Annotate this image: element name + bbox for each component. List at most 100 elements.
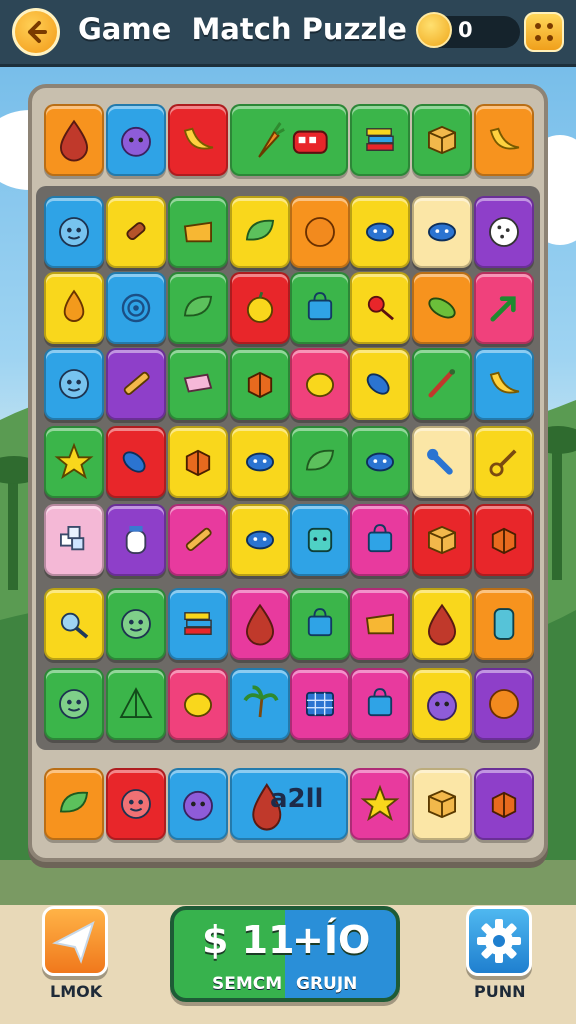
tile-r3-c6[interactable]: [412, 426, 472, 498]
gear-icon: [477, 919, 521, 963]
bat-icon: [427, 448, 453, 475]
tile-r0-c3[interactable]: [230, 196, 290, 268]
tile-r4-c0[interactable]: [44, 504, 104, 576]
tile-bottom-1[interactable]: [106, 768, 166, 840]
tile-bottom-5[interactable]: [412, 768, 472, 840]
tile-r1-c2[interactable]: [168, 272, 228, 344]
tile-r6-c6[interactable]: [412, 668, 472, 740]
tile-r2-c7[interactable]: [474, 348, 534, 420]
tile-r4-c3[interactable]: [230, 504, 290, 576]
tile-r2-c1[interactable]: [106, 348, 166, 420]
bug-icon: [366, 452, 394, 472]
tile-r1-c5[interactable]: [350, 272, 410, 344]
tile-top-5[interactable]: [412, 104, 472, 176]
tile-r0-c2[interactable]: [168, 196, 228, 268]
tile-r3-c1[interactable]: [106, 426, 166, 498]
score-right-value: +ÍO: [292, 918, 371, 962]
tile-r1-c7[interactable]: [474, 272, 534, 344]
bone-icon: [126, 222, 146, 241]
tile-top-0[interactable]: [44, 104, 104, 176]
face-icon: [59, 217, 89, 247]
fish-icon: [366, 373, 390, 395]
tile-r6-c1[interactable]: [106, 668, 166, 740]
fish-icon: [122, 451, 146, 473]
menu-button[interactable]: [524, 12, 564, 52]
tile-r2-c4[interactable]: [290, 348, 350, 420]
tile-r2-c5[interactable]: [350, 348, 410, 420]
tile-r5-c5[interactable]: [350, 588, 410, 660]
tile-r0-c5[interactable]: [350, 196, 410, 268]
tile-r6-c3[interactable]: [230, 668, 290, 740]
send-button[interactable]: [42, 906, 108, 976]
tile-r6-c0[interactable]: [44, 668, 104, 740]
tile-r2-c6[interactable]: [412, 348, 472, 420]
tile-r3-c7[interactable]: [474, 426, 534, 498]
grid-icon: [306, 691, 334, 717]
tile-r5-c7[interactable]: [474, 588, 534, 660]
tile-r4-c6[interactable]: [412, 504, 472, 576]
tile-r4-c1[interactable]: [106, 504, 166, 576]
tile-r0-c6[interactable]: [412, 196, 472, 268]
face-icon: [59, 689, 89, 719]
tile-r3-c3[interactable]: [230, 426, 290, 498]
page-title: Game Match Puzzle: [78, 12, 407, 46]
tile-r5-c2[interactable]: [168, 588, 228, 660]
tile-r0-c7[interactable]: [474, 196, 534, 268]
bag-icon: [367, 524, 393, 553]
settings-button[interactable]: [466, 906, 532, 976]
tile-r6-c7[interactable]: [474, 668, 534, 740]
face-icon: [121, 789, 151, 819]
tile-r0-c4[interactable]: [290, 196, 350, 268]
tile-top-1[interactable]: [106, 104, 166, 176]
tile-r2-c3[interactable]: [230, 348, 290, 420]
tile-r4-c5[interactable]: [350, 504, 410, 576]
blob-icon: [121, 126, 151, 157]
cheese-icon: [183, 221, 212, 243]
tile-r1-c3[interactable]: [230, 272, 290, 344]
tile-r5-c0[interactable]: [44, 588, 104, 660]
tile-top-2[interactable]: [168, 104, 228, 176]
tile-top-4[interactable]: [350, 104, 410, 176]
blob-icon: [427, 690, 457, 721]
tile-r5-c4[interactable]: [290, 588, 350, 660]
tile-r6-c2[interactable]: [168, 668, 228, 740]
tile-r1-c0[interactable]: [44, 272, 104, 344]
score-left-value: $ 11: [202, 918, 295, 962]
tile-r2-c0[interactable]: [44, 348, 104, 420]
tile-r1-c6[interactable]: [412, 272, 472, 344]
pickle-icon: [428, 297, 456, 319]
blob-icon: [183, 790, 213, 821]
tile-r3-c2[interactable]: [168, 426, 228, 498]
tile-r3-c4[interactable]: [290, 426, 350, 498]
tile-r4-c2[interactable]: [168, 504, 228, 576]
tile-bottom-0[interactable]: [44, 768, 104, 840]
tile-bottom-6[interactable]: [474, 768, 534, 840]
tile-r5-c1[interactable]: [106, 588, 166, 660]
tile-r0-c0[interactable]: [44, 196, 104, 268]
tile-r5-c6[interactable]: [412, 588, 472, 660]
tile-r4-c7[interactable]: [474, 504, 534, 576]
drop-icon: [59, 119, 89, 162]
tile-r3-c5[interactable]: [350, 426, 410, 498]
cup-icon: [307, 527, 333, 553]
tile-r5-c3[interactable]: [230, 588, 290, 660]
tile-r3-c0[interactable]: [44, 426, 104, 498]
tile-r0-c1[interactable]: [106, 196, 166, 268]
tile-bottom-4[interactable]: [350, 768, 410, 840]
phone-icon: [493, 608, 515, 640]
settings-button-label: PUNN: [474, 982, 526, 1001]
coin-count: 0: [458, 18, 473, 42]
tile-top-3[interactable]: [230, 104, 348, 176]
back-button[interactable]: [12, 8, 60, 56]
tile-r6-c5[interactable]: [350, 668, 410, 740]
tile-r2-c2[interactable]: [168, 348, 228, 420]
tile-r4-c4[interactable]: [290, 504, 350, 576]
tile-top-6[interactable]: [474, 104, 534, 176]
tile-bottom-2[interactable]: [168, 768, 228, 840]
score-left-label: SEMCM: [212, 974, 283, 994]
banana-icon: [489, 371, 520, 394]
tile-r6-c4[interactable]: [290, 668, 350, 740]
tile-r1-c1[interactable]: [106, 272, 166, 344]
tile-r1-c4[interactable]: [290, 272, 350, 344]
bug-icon: [246, 452, 274, 472]
